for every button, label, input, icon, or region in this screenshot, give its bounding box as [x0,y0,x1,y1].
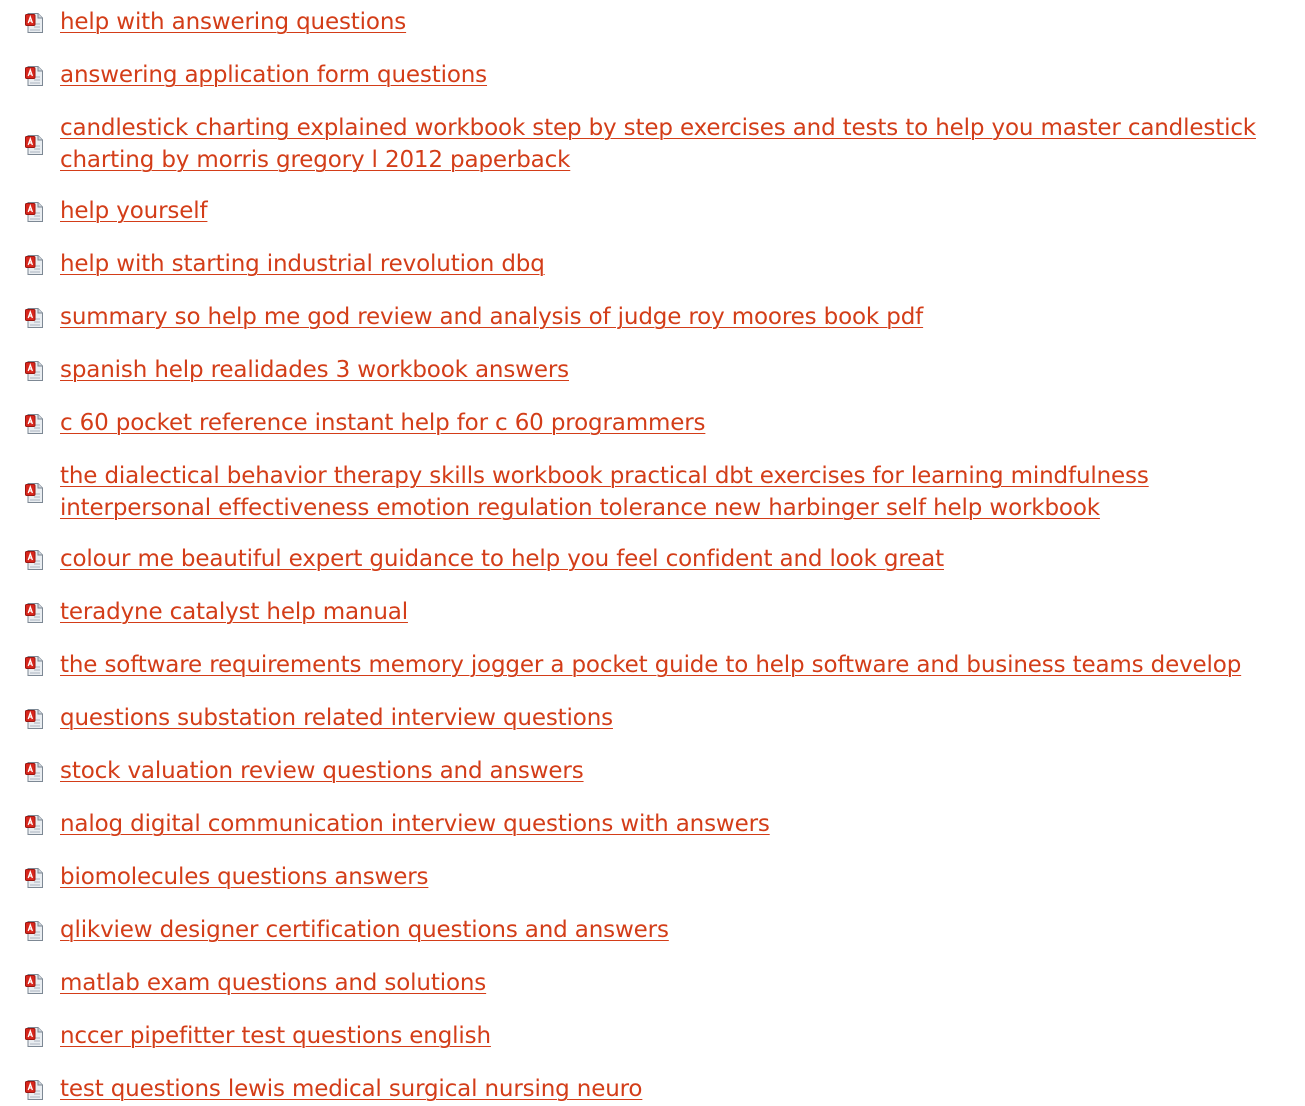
list-item: the dialectical behavior therapy skills … [0,461,1305,525]
pdf-file-icon [25,602,44,624]
pdf-file-icon [25,761,44,783]
list-item: help yourself [0,196,1305,228]
pdf-file-icon [25,413,44,435]
list-item: biomolecules questions answers [0,862,1305,894]
list-item: teradyne catalyst help manual [0,597,1305,629]
pdf-link[interactable]: answering application form questions [60,62,487,88]
list-item: colour me beautiful expert guidance to h… [0,544,1305,576]
pdf-link-list: help with answering questions answering … [0,0,1305,1106]
pdf-file-icon [25,920,44,942]
pdf-link[interactable]: teradyne catalyst help manual [60,599,408,625]
pdf-link[interactable]: help yourself [60,198,208,224]
list-item: summary so help me god review and analys… [0,302,1305,334]
pdf-link[interactable]: nccer pipefitter test questions english [60,1023,491,1049]
pdf-link[interactable]: help with starting industrial revolution… [60,251,545,277]
list-item: qlikview designer certification question… [0,915,1305,947]
pdf-link[interactable]: stock valuation review questions and ans… [60,758,584,784]
pdf-link[interactable]: nalog digital communication interview qu… [60,811,770,837]
pdf-file-icon [25,1026,44,1048]
pdf-link[interactable]: biomolecules questions answers [60,864,429,890]
pdf-link[interactable]: summary so help me god review and analys… [60,304,923,330]
list-item: matlab exam questions and solutions [0,968,1305,1000]
pdf-link[interactable]: test questions lewis medical surgical nu… [60,1076,643,1102]
pdf-file-icon [25,482,44,504]
pdf-file-icon [25,655,44,677]
pdf-file-icon [25,65,44,87]
list-item: c 60 pocket reference instant help for c… [0,408,1305,440]
pdf-file-icon [25,134,44,156]
list-item: nccer pipefitter test questions english [0,1021,1305,1053]
list-item: test questions lewis medical surgical nu… [0,1074,1305,1106]
pdf-link[interactable]: matlab exam questions and solutions [60,970,486,996]
pdf-file-icon [25,307,44,329]
list-item: nalog digital communication interview qu… [0,809,1305,841]
pdf-link[interactable]: the software requirements memory jogger … [60,652,1241,678]
pdf-file-icon [25,201,44,223]
pdf-file-icon [25,867,44,889]
pdf-link[interactable]: qlikview designer certification question… [60,917,669,943]
pdf-file-icon [25,549,44,571]
pdf-file-icon [25,708,44,730]
list-item: stock valuation review questions and ans… [0,756,1305,788]
pdf-link[interactable]: colour me beautiful expert guidance to h… [60,546,944,572]
list-item: spanish help realidades 3 workbook answe… [0,355,1305,387]
pdf-link[interactable]: the dialectical behavior therapy skills … [60,463,1149,521]
pdf-file-icon [25,360,44,382]
pdf-file-icon [25,12,44,34]
list-item: the software requirements memory jogger … [0,650,1305,682]
pdf-link[interactable]: candlestick charting explained workbook … [60,115,1256,173]
pdf-link[interactable]: c 60 pocket reference instant help for c… [60,410,706,436]
list-item: help with answering questions [0,7,1305,39]
pdf-file-icon [25,814,44,836]
list-item: help with starting industrial revolution… [0,249,1305,281]
list-item: candlestick charting explained workbook … [0,113,1305,177]
pdf-link[interactable]: spanish help realidades 3 workbook answe… [60,357,569,383]
list-item: answering application form questions [0,60,1305,92]
pdf-file-icon [25,1079,44,1101]
pdf-file-icon [25,254,44,276]
pdf-file-icon [25,973,44,995]
list-item: questions substation related interview q… [0,703,1305,735]
pdf-link[interactable]: help with answering questions [60,9,406,35]
pdf-link[interactable]: questions substation related interview q… [60,705,613,731]
